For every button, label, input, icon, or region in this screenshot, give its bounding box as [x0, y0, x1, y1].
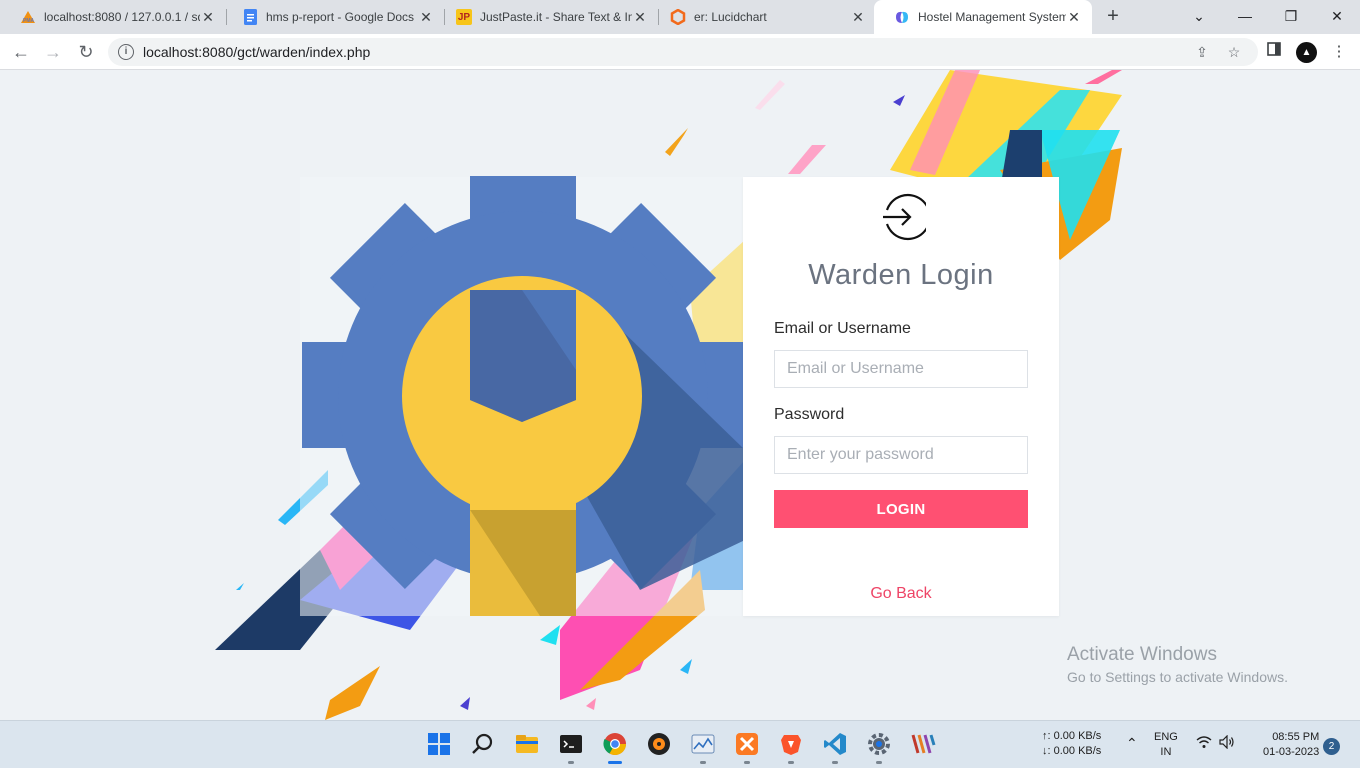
vscode-icon[interactable] [822, 731, 848, 757]
network-speed: ↑: 0.00 KB/s ↓: 0.00 KB/s [1042, 729, 1101, 759]
menu-kebab-icon[interactable]: ⋮ [1329, 42, 1349, 62]
running-indicator [744, 761, 750, 764]
watermark-title: Activate Windows [1067, 644, 1217, 665]
chevron-up-icon[interactable]: ⌃ [1126, 735, 1138, 752]
close-tab-icon[interactable]: ✕ [632, 9, 648, 26]
google-docs-icon [242, 9, 258, 25]
close-tab-icon[interactable]: ✕ [418, 9, 434, 26]
tab-google-docs[interactable]: hms p-report - Google Docs ✕ [222, 0, 444, 34]
bookmark-star-icon[interactable]: ☆ [1225, 43, 1243, 61]
page-title: Warden Login [808, 259, 994, 291]
password-label: Password [774, 406, 845, 423]
phpmyadmin-icon: PMA [20, 9, 36, 25]
running-indicator [876, 761, 882, 764]
brave-icon[interactable] [778, 731, 804, 757]
address-bar[interactable]: i localhost:8080/gct/warden/index.php ⇪ … [108, 38, 1258, 66]
browser-toolbar: ← → ↻ i localhost:8080/gct/warden/index.… [0, 34, 1360, 70]
go-back-link[interactable]: Go Back [743, 585, 1059, 603]
search-icon[interactable] [470, 731, 496, 757]
running-indicator [568, 761, 574, 764]
tab-justpaste[interactable]: JP JustPaste.it - Share Text & Im ✕ [436, 0, 658, 34]
windows-taskbar: ↑: 0.00 KB/s ↓: 0.00 KB/s ⌃ ENG IN 08:55… [0, 720, 1360, 768]
url-text[interactable]: localhost:8080/gct/warden/index.php [143, 44, 370, 60]
email-input[interactable] [774, 350, 1028, 388]
reload-icon[interactable]: ↻ [74, 40, 98, 64]
new-tab-icon[interactable]: + [1102, 5, 1124, 27]
time: 08:55 PM [1272, 731, 1320, 743]
windows-start-icon[interactable] [426, 731, 452, 757]
running-indicator [832, 761, 838, 764]
file-explorer-icon[interactable] [514, 731, 540, 757]
forward-icon[interactable]: → [41, 40, 65, 64]
chrome-icon[interactable] [602, 731, 628, 757]
running-indicator [788, 761, 794, 764]
close-window-icon[interactable]: ✕ [1314, 0, 1360, 34]
watermark-subtitle: Go to Settings to activate Windows. [1067, 669, 1288, 685]
share-icon[interactable]: ⇪ [1193, 43, 1211, 61]
xampp-icon[interactable] [734, 731, 760, 757]
tab-hostel-management[interactable]: Hostel Management System ✕ [874, 0, 1092, 34]
gear-wrench-illustration [215, 70, 1122, 720]
site-info-icon[interactable]: i [118, 44, 134, 60]
browser-tab-strip: PMA localhost:8080 / 127.0.0.1 / sq ✕ hm… [0, 0, 1360, 34]
back-icon[interactable]: ← [9, 40, 33, 64]
tab-search-icon[interactable]: ⌄ [1176, 0, 1222, 34]
restore-icon[interactable]: ❐ [1268, 0, 1314, 34]
login-button[interactable]: LOGIN [774, 490, 1028, 528]
activate-windows-watermark: Activate Windows Go to Settings to activ… [1067, 644, 1288, 685]
resource-monitor-icon[interactable] [690, 731, 716, 757]
running-indicator [700, 761, 706, 764]
terminal-icon[interactable] [558, 731, 584, 757]
upload-speed: ↑: 0.00 KB/s [1042, 730, 1102, 742]
close-tab-icon[interactable]: ✕ [200, 9, 216, 26]
side-panel-icon[interactable] [1264, 42, 1284, 62]
close-tab-icon[interactable]: ✕ [1066, 9, 1082, 26]
tab-lucidchart[interactable]: er: Lucidchart ✕ [650, 0, 876, 34]
svg-text:PMA: PMA [23, 18, 35, 24]
download-speed: ↓: 0.00 KB/s [1042, 745, 1102, 757]
settings-gear-icon[interactable] [866, 731, 892, 757]
minimize-icon[interactable]: — [1222, 0, 1268, 34]
date: 01-03-2023 [1263, 746, 1320, 758]
notification-badge[interactable]: 2 [1323, 738, 1340, 755]
tab-phpmyadmin[interactable]: PMA localhost:8080 / 127.0.0.1 / sq ✕ [0, 0, 226, 34]
wifi-icon[interactable] [1196, 735, 1212, 752]
winrar-icon[interactable] [910, 731, 936, 757]
close-tab-icon[interactable]: ✕ [850, 9, 866, 26]
lucidchart-icon [670, 9, 686, 25]
site-icon [894, 9, 910, 25]
clock[interactable]: 08:55 PM 01-03-2023 [1263, 730, 1319, 760]
password-input[interactable] [774, 436, 1028, 474]
active-indicator [608, 761, 622, 764]
volume-icon[interactable] [1219, 734, 1235, 752]
justpaste-icon: JP [456, 9, 472, 25]
media-player-icon[interactable] [646, 731, 672, 757]
page-content: Warden Login Email or Username Password … [0, 70, 1360, 720]
language-indicator[interactable]: ENG IN [1154, 730, 1178, 760]
email-label: Email or Username [774, 320, 911, 337]
login-card: Warden Login Email or Username Password … [743, 177, 1059, 616]
profile-avatar-icon[interactable]: ▲ [1296, 42, 1317, 63]
login-arrow-icon [883, 193, 926, 241]
